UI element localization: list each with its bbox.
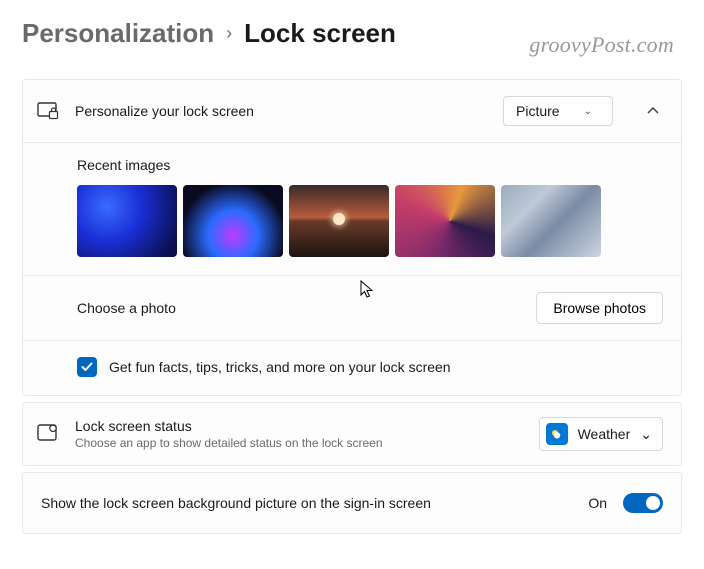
recent-images-label: Recent images [77, 157, 663, 173]
breadcrumb-current: Lock screen [244, 18, 396, 49]
recent-image-thumb[interactable] [183, 185, 283, 257]
signin-background-card: Show the lock screen background picture … [22, 472, 682, 534]
weather-icon [546, 423, 568, 445]
status-app-dropdown[interactable]: Weather ⌄ [539, 417, 663, 451]
choose-photo-row: Choose a photo Browse photos [23, 276, 681, 340]
lock-screen-icon [37, 100, 59, 122]
recent-image-thumb[interactable] [77, 185, 177, 257]
watermark: groovyPost.com [529, 32, 674, 58]
status-card: Lock screen status Choose an app to show… [22, 402, 682, 466]
status-icon [37, 423, 59, 445]
signin-toggle-state: On [588, 495, 607, 511]
fun-facts-row: Get fun facts, tips, tricks, and more on… [23, 341, 681, 395]
status-text: Lock screen status Choose an app to show… [75, 418, 523, 450]
fun-facts-label: Get fun facts, tips, tricks, and more on… [109, 359, 451, 375]
recent-images-row [77, 185, 663, 257]
recent-images-section: Recent images [23, 143, 681, 275]
choose-photo-label: Choose a photo [77, 300, 524, 316]
personalize-header: Personalize your lock screen Picture ⌄ [23, 80, 681, 142]
browse-photos-button[interactable]: Browse photos [536, 292, 663, 324]
status-dropdown-value: Weather [578, 426, 631, 442]
fun-facts-checkbox[interactable] [77, 357, 97, 377]
dropdown-value: Picture [516, 103, 560, 119]
status-subtitle: Choose an app to show detailed status on… [75, 436, 523, 450]
signin-background-label: Show the lock screen background picture … [41, 495, 576, 511]
chevron-right-icon: › [226, 23, 232, 44]
chevron-down-icon: ⌄ [584, 106, 592, 117]
recent-image-thumb[interactable] [395, 185, 495, 257]
signin-background-toggle[interactable] [623, 493, 663, 513]
recent-image-thumb[interactable] [289, 185, 389, 257]
recent-image-thumb[interactable] [501, 185, 601, 257]
personalize-title: Personalize your lock screen [75, 103, 487, 119]
breadcrumb-parent[interactable]: Personalization [22, 18, 214, 49]
status-title: Lock screen status [75, 418, 523, 434]
personalize-card: Personalize your lock screen Picture ⌄ R… [22, 79, 682, 396]
chevron-down-icon: ⌄ [640, 426, 652, 443]
collapse-chevron[interactable] [643, 100, 663, 122]
background-type-dropdown[interactable]: Picture ⌄ [503, 96, 613, 126]
